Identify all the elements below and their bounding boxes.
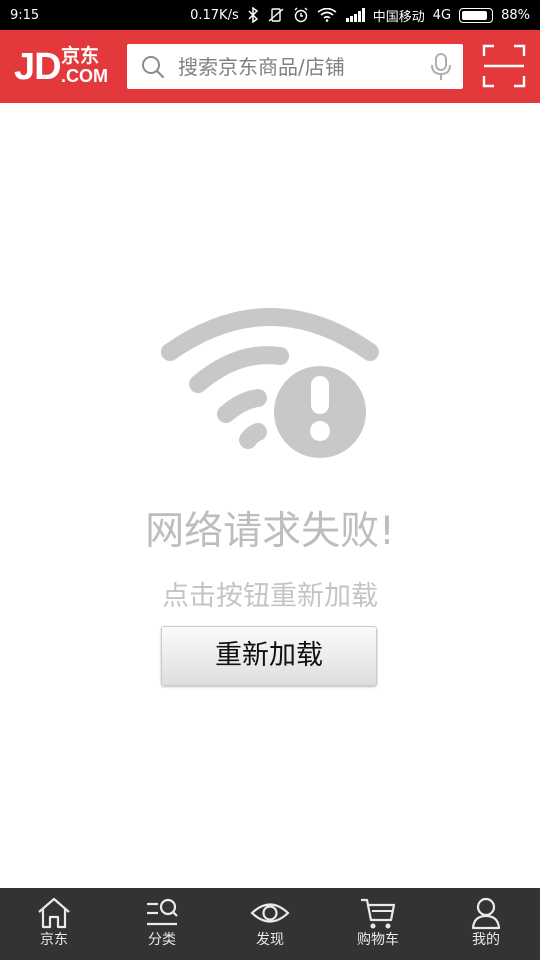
battery-percent: 88% (501, 7, 530, 23)
status-right: 0.17K/s 中国移动 4G 88% (190, 6, 530, 25)
nav-label-cart: 购物车 (357, 932, 399, 948)
cart-icon (359, 896, 397, 930)
logo-letters: JD (14, 46, 62, 88)
wifi-icon (317, 8, 337, 22)
eye-icon (250, 896, 290, 930)
microphone-icon[interactable] (431, 53, 451, 85)
nav-item-home[interactable]: 京东 (0, 888, 108, 960)
scan-icon[interactable] (482, 44, 526, 88)
nav-item-category[interactable]: 分类 (108, 888, 216, 960)
battery-fill (462, 10, 487, 20)
search-icon (141, 55, 165, 83)
nav-label-mine: 我的 (472, 932, 500, 948)
signal-icon (345, 8, 365, 22)
bluetooth-icon (247, 7, 259, 23)
nav-item-discover[interactable]: 发现 (216, 888, 324, 960)
category-search-icon (144, 896, 180, 930)
nav-label-discover: 发现 (256, 932, 284, 948)
battery-icon (459, 7, 494, 23)
error-title: 网络请求失败! (145, 509, 395, 554)
network-speed: 0.17K/s (190, 7, 239, 23)
nav-label-category: 分类 (148, 932, 176, 948)
status-bar: 9:15 0.17K/s 中国移动 4G 88% (0, 0, 540, 30)
reload-button[interactable]: 重新加载 (161, 626, 377, 686)
carrier-name: 中国移动 (372, 9, 425, 25)
nav-item-mine[interactable]: 我的 (432, 888, 540, 960)
user-icon (469, 896, 503, 930)
vibrate-off-icon (267, 7, 285, 23)
home-icon (36, 896, 72, 930)
logo-chinese: 京东 (61, 45, 100, 67)
wifi-error-icon (160, 300, 380, 460)
nav-label-home: 京东 (40, 932, 68, 948)
jd-logo[interactable]: JD 京东 .COM (14, 45, 108, 89)
alarm-icon (293, 7, 309, 23)
search-placeholder: 搜索京东商品/店铺 (178, 55, 345, 79)
status-time: 9:15 (10, 7, 40, 23)
network-type: 4G (432, 7, 452, 23)
error-subtitle: 点击按钮重新加载 (162, 581, 378, 612)
bottom-nav: 京东 分类 发现 购物车 我的 (0, 888, 540, 960)
search-input[interactable]: 搜索京东商品/店铺 (127, 44, 463, 89)
nav-item-cart[interactable]: 购物车 (324, 888, 432, 960)
logo-domain: .COM (61, 66, 108, 86)
header-bar: JD 京东 .COM 搜索京东商品/店铺 (0, 30, 540, 103)
